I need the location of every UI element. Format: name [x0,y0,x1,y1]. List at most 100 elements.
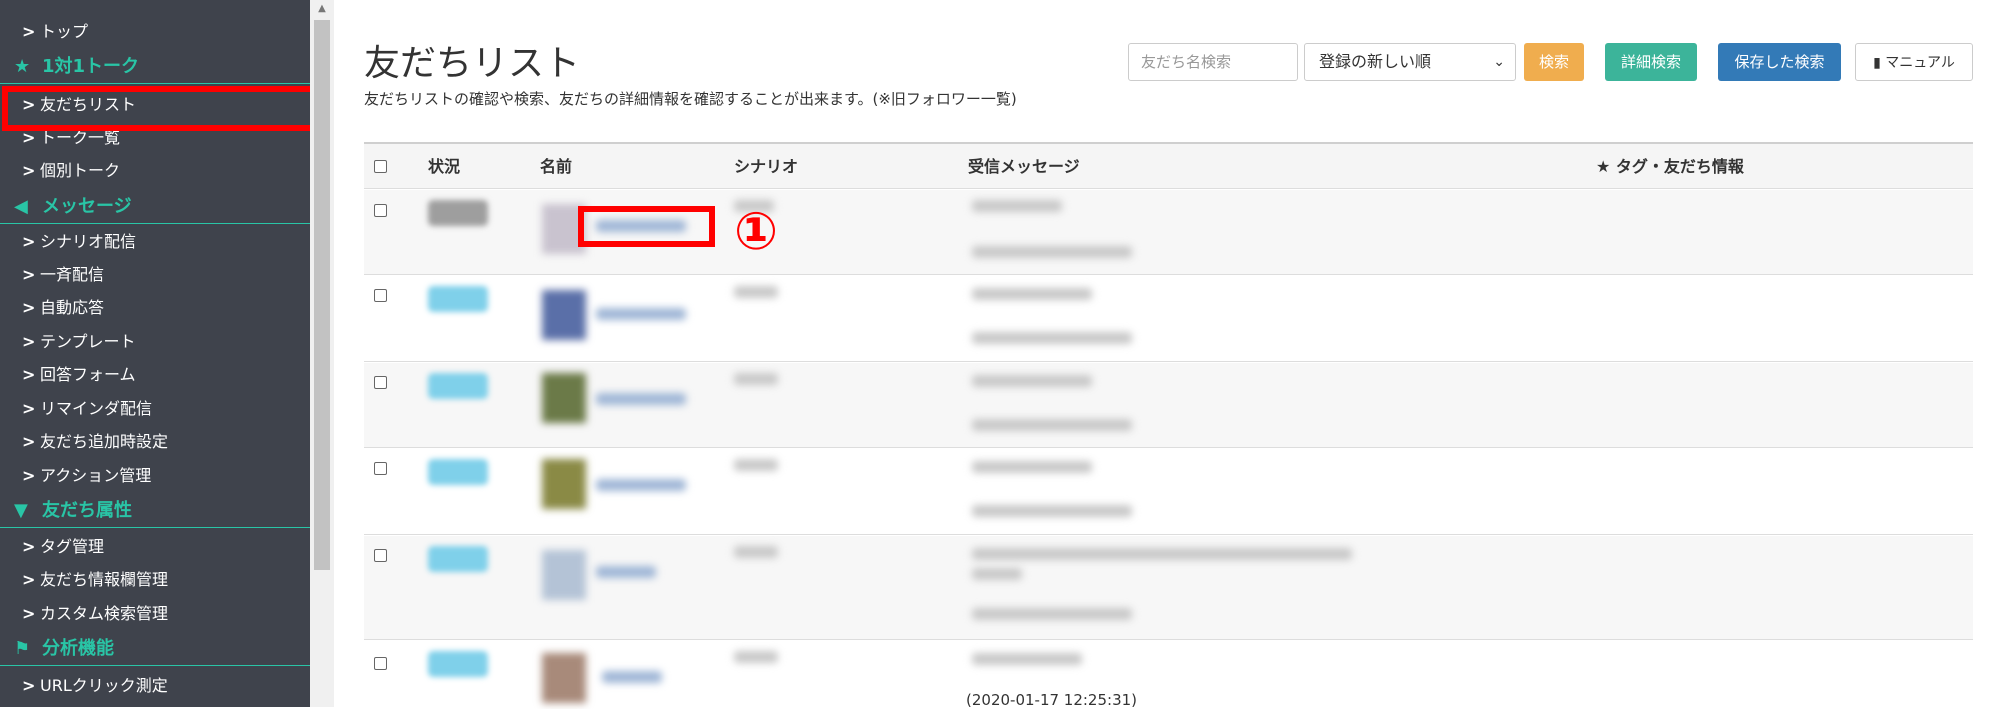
detail-search-button[interactable]: 詳細検索 [1605,43,1697,81]
column-status[interactable]: 状況 [428,144,460,189]
table-row[interactable] [364,363,1973,448]
annotation-number: ① [733,202,779,262]
message-text [972,653,1082,665]
sidebar-item-label: 自動応答 [40,298,105,317]
sidebar-item-label: 個別トーク [40,161,121,180]
column-received-message[interactable]: 受信メッセージ [968,144,1080,189]
sidebar-item-friend-info[interactable]: > 友だち情報欄管理 [0,564,310,596]
row-checkbox[interactable] [374,376,387,389]
row-checkbox[interactable] [374,462,387,475]
chevron-right-icon: > [22,161,36,180]
table-row[interactable] [364,536,1973,640]
message-time [972,246,1132,258]
friend-name-link[interactable] [596,393,686,405]
sidebar-item-label: テンプレート [40,332,136,351]
friend-name-link[interactable] [602,671,662,683]
message-time [972,608,1132,620]
sidebar-section-friend-attr: ▼ 友だち属性 [0,494,310,528]
scroll-up-icon[interactable]: ▲ [314,3,330,15]
row-checkbox[interactable] [374,204,387,217]
friend-name-search-input[interactable] [1128,43,1298,81]
row-checkbox[interactable] [374,657,387,670]
sidebar-item-label: カスタム検索管理 [40,604,169,623]
filter-icon: ▼ [14,500,28,521]
sidebar-item-top[interactable]: > トップ [0,16,310,48]
sidebar-item-label: アクション管理 [40,466,152,485]
sidebar-item-url-click[interactable]: > URLクリック測定 [0,670,310,702]
scenario-text [734,546,778,558]
sidebar-section-chat: ★ 1対1トーク [0,50,310,84]
friend-name-link[interactable] [596,308,686,320]
friend-name-link[interactable] [596,479,686,491]
sidebar-item-template[interactable]: > テンプレート [0,326,310,358]
chevron-right-icon: > [22,365,36,384]
column-name[interactable]: 名前 [540,144,572,189]
highlight-frame-friend-list [2,86,316,131]
sidebar-item-label: タグ管理 [40,537,105,556]
select-all-checkbox[interactable] [374,160,387,173]
message-time [972,419,1132,431]
message-text [972,200,1062,212]
sidebar-item-individual-talk[interactable]: > 個別トーク [0,155,310,187]
avatar [542,459,586,509]
table-header: 状況 名前 シナリオ 受信メッセージ ★ タグ・友だち情報 [364,144,1973,189]
sidebar-item-custom-search[interactable]: > カスタム検索管理 [0,598,310,630]
sidebar-item-label: 友だち情報欄管理 [40,570,169,589]
sidebar-section-analytics: ⚑ 分析機能 [0,632,310,666]
search-button[interactable]: 検索 [1524,43,1584,81]
avatar [542,373,586,423]
scenario-text [734,286,778,298]
saved-search-button[interactable]: 保存した検索 [1718,43,1841,81]
chevron-right-icon: > [22,432,36,451]
star-icon: ★ [14,56,31,77]
table-row[interactable] [364,276,1973,362]
page-title: 友だちリスト [364,43,581,84]
avatar [542,290,586,340]
message-text [972,548,1352,560]
table-row[interactable]: (2020-01-17 12:25:31) [364,641,1973,709]
sidebar-item-auto-reply[interactable]: > 自動応答 [0,292,310,324]
status-badge [428,373,488,399]
row-checkbox[interactable] [374,289,387,302]
avatar [542,550,586,600]
sidebar-item-broadcast[interactable]: > 一斉配信 [0,259,310,291]
sidebar-item-label: 回答フォーム [40,365,136,384]
sidebar-item-answer-form[interactable]: > 回答フォーム [0,359,310,391]
scenario-text [734,373,778,385]
table-row[interactable] [364,449,1973,535]
book-icon: ▮ [1873,55,1886,71]
row-checkbox[interactable] [374,549,387,562]
chevron-right-icon: > [22,298,36,317]
page-description: 友だちリストの確認や検索、友だちの詳細情報を確認することが出来ます。(※旧フォロ… [364,90,1017,108]
sidebar-item-action-management[interactable]: > アクション管理 [0,460,310,492]
scenario-text [734,459,778,471]
friend-name-link[interactable] [596,566,656,578]
message-text [972,568,1022,580]
message-text [972,375,1092,387]
sort-order-select[interactable]: 登録の新しい順 ⌄ [1304,43,1516,81]
sidebar-item-label: 友だち追加時設定 [40,432,169,451]
message-time [972,505,1132,517]
chevron-right-icon: > [22,399,36,418]
status-badge [428,459,488,485]
status-badge [428,546,488,572]
chevron-right-icon: > [22,232,36,251]
chevron-right-icon: > [22,332,36,351]
chevron-right-icon: > [22,466,36,485]
megaphone-icon: ◀ [14,196,28,217]
flag-icon: ⚑ [14,638,31,659]
message-text [972,461,1092,473]
chevron-right-icon: > [22,537,36,556]
manual-button[interactable]: ▮ マニュアル [1855,43,1973,81]
sidebar-item-scenario[interactable]: > シナリオ配信 [0,226,310,258]
sidebar-item-friend-add-settings[interactable]: > 友だち追加時設定 [0,426,310,458]
sidebar-item-reminder[interactable]: > リマインダ配信 [0,393,310,425]
sidebar-item-tag-management[interactable]: > タグ管理 [0,531,310,563]
status-badge [428,651,488,677]
scrollbar-thumb[interactable] [314,20,330,570]
sidebar-section-message: ◀ メッセージ [0,190,310,224]
column-tag-friend-info[interactable]: ★ タグ・友だち情報 [1596,144,1744,189]
message-text [972,288,1092,300]
column-scenario[interactable]: シナリオ [734,144,798,189]
chevron-down-icon: ⌄ [1493,54,1505,70]
